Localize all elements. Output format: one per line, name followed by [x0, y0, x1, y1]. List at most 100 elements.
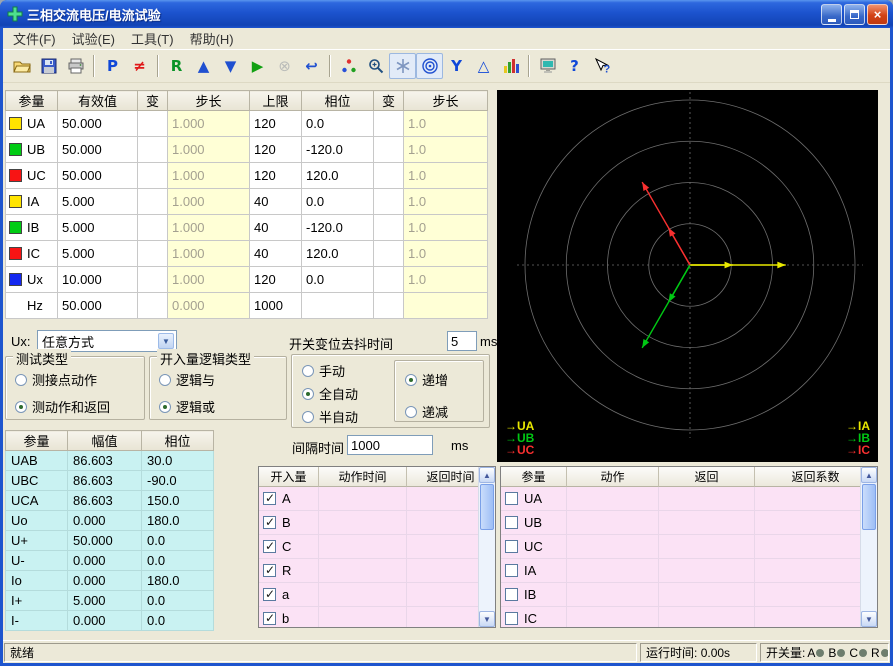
row-checkbox[interactable] [505, 564, 518, 577]
table-cell[interactable] [374, 267, 404, 293]
table-cell[interactable] [138, 111, 168, 137]
table-cell[interactable]: 1.0 [404, 267, 488, 293]
column-header[interactable]: 上限 [250, 91, 302, 111]
table-cell[interactable]: 120.0 [302, 163, 374, 189]
vector-dots-button[interactable] [335, 53, 362, 79]
minimize-button[interactable] [821, 4, 842, 25]
row-cell[interactable] [755, 511, 877, 534]
param-name-cell[interactable]: Hz [6, 293, 58, 319]
vertical-scrollbar[interactable]: ▲▼ [860, 467, 877, 627]
table-cell[interactable]: 50.000 [58, 293, 138, 319]
table-cell[interactable] [138, 241, 168, 267]
table-cell[interactable] [374, 241, 404, 267]
table-cell[interactable] [138, 293, 168, 319]
table-cell[interactable]: 1.0 [404, 163, 488, 189]
undo-button[interactable]: ↩ [298, 53, 325, 79]
row-cell[interactable] [755, 583, 877, 606]
row-cell[interactable] [659, 607, 755, 628]
stop-button[interactable]: ⊗ [271, 53, 298, 79]
table-cell[interactable]: 1.000 [168, 215, 250, 241]
input-logic-option[interactable]: 逻辑与 [159, 370, 215, 389]
table-cell[interactable] [374, 215, 404, 241]
column-header[interactable]: 变 [374, 91, 404, 111]
row-checkbox[interactable] [263, 516, 276, 529]
scroll-down-button[interactable]: ▼ [861, 611, 877, 627]
column-header[interactable]: 开入量 [259, 467, 319, 487]
row-cell[interactable] [659, 487, 755, 510]
p-param-button[interactable]: P [99, 53, 126, 79]
row-cell[interactable] [567, 487, 659, 510]
table-cell[interactable]: 50.000 [58, 163, 138, 189]
row-cell[interactable] [319, 535, 407, 558]
table-cell[interactable]: 1.000 [168, 241, 250, 267]
wye-button[interactable]: Y [443, 53, 470, 79]
row-cell[interactable] [567, 583, 659, 606]
column-header[interactable]: 步长 [168, 91, 250, 111]
row-cell[interactable] [319, 607, 407, 628]
row-cell[interactable] [567, 607, 659, 628]
table-cell[interactable] [138, 137, 168, 163]
column-header[interactable]: 返回 [659, 467, 755, 487]
table-cell[interactable]: 1.000 [168, 267, 250, 293]
zoom-button[interactable] [362, 53, 389, 79]
table-cell[interactable]: 1.0 [404, 241, 488, 267]
scroll-up-button[interactable]: ▲ [479, 467, 495, 483]
row-checkbox[interactable] [263, 612, 276, 625]
table-cell[interactable]: 1.000 [168, 163, 250, 189]
column-header[interactable]: 有效值 [58, 91, 138, 111]
row-checkbox[interactable] [505, 492, 518, 505]
run-mode-option[interactable]: 全自动 [302, 384, 358, 403]
monitor-button[interactable] [534, 53, 561, 79]
row-cell[interactable] [319, 583, 407, 606]
column-header[interactable]: 返回系数 [755, 467, 877, 487]
table-cell[interactable]: 1.0 [404, 111, 488, 137]
param-name-cell[interactable]: IB [6, 215, 58, 241]
table-cell[interactable] [302, 293, 374, 319]
step-up-button[interactable]: ▲ [190, 53, 217, 79]
row-cell[interactable] [755, 607, 877, 628]
delta-button[interactable]: △ [470, 53, 497, 79]
scroll-down-button[interactable]: ▼ [479, 611, 495, 627]
table-cell[interactable]: 1.0 [404, 189, 488, 215]
column-header[interactable]: 步长 [404, 91, 488, 111]
row-cell[interactable] [319, 511, 407, 534]
column-header[interactable]: 参量 [6, 91, 58, 111]
column-header[interactable]: 参量 [501, 467, 567, 487]
table-cell[interactable]: 40 [250, 241, 302, 267]
column-header[interactable]: 变 [138, 91, 168, 111]
table-cell[interactable]: 0.0 [302, 267, 374, 293]
phase-neq-button[interactable]: ≠ [126, 53, 153, 79]
row-cell[interactable] [319, 487, 407, 510]
table-cell[interactable]: 120 [250, 267, 302, 293]
menu-item-0[interactable]: 文件(F) [5, 28, 64, 50]
table-cell[interactable]: 5.000 [58, 241, 138, 267]
table-cell[interactable]: -120.0 [302, 137, 374, 163]
row-checkbox[interactable] [505, 612, 518, 625]
table-cell[interactable]: 0.0 [302, 111, 374, 137]
start-button[interactable]: ▶ [244, 53, 271, 79]
scroll-thumb[interactable] [480, 484, 494, 530]
column-header[interactable]: 相位 [142, 431, 214, 451]
row-cell[interactable] [659, 535, 755, 558]
table-cell[interactable]: 1.0 [404, 137, 488, 163]
row-cell[interactable] [755, 559, 877, 582]
row-checkbox[interactable] [505, 540, 518, 553]
row-cell[interactable] [567, 559, 659, 582]
table-cell[interactable] [374, 293, 404, 319]
context-help-button[interactable]: ? [588, 53, 615, 79]
help-button[interactable]: ? [561, 53, 588, 79]
chevron-down-icon[interactable]: ▼ [158, 333, 174, 349]
param-name-cell[interactable]: IA [6, 189, 58, 215]
row-checkbox[interactable] [263, 588, 276, 601]
r-reset-button[interactable]: R [163, 53, 190, 79]
param-name-cell[interactable]: IC [6, 241, 58, 267]
row-cell[interactable] [659, 511, 755, 534]
close-button[interactable]: × [867, 4, 888, 25]
run-mode-option[interactable]: 半自动 [302, 407, 358, 426]
column-header[interactable]: 参量 [6, 431, 68, 451]
table-cell[interactable] [138, 163, 168, 189]
table-cell[interactable] [374, 137, 404, 163]
row-cell[interactable] [567, 535, 659, 558]
table-cell[interactable]: 40 [250, 215, 302, 241]
table-cell[interactable] [374, 111, 404, 137]
